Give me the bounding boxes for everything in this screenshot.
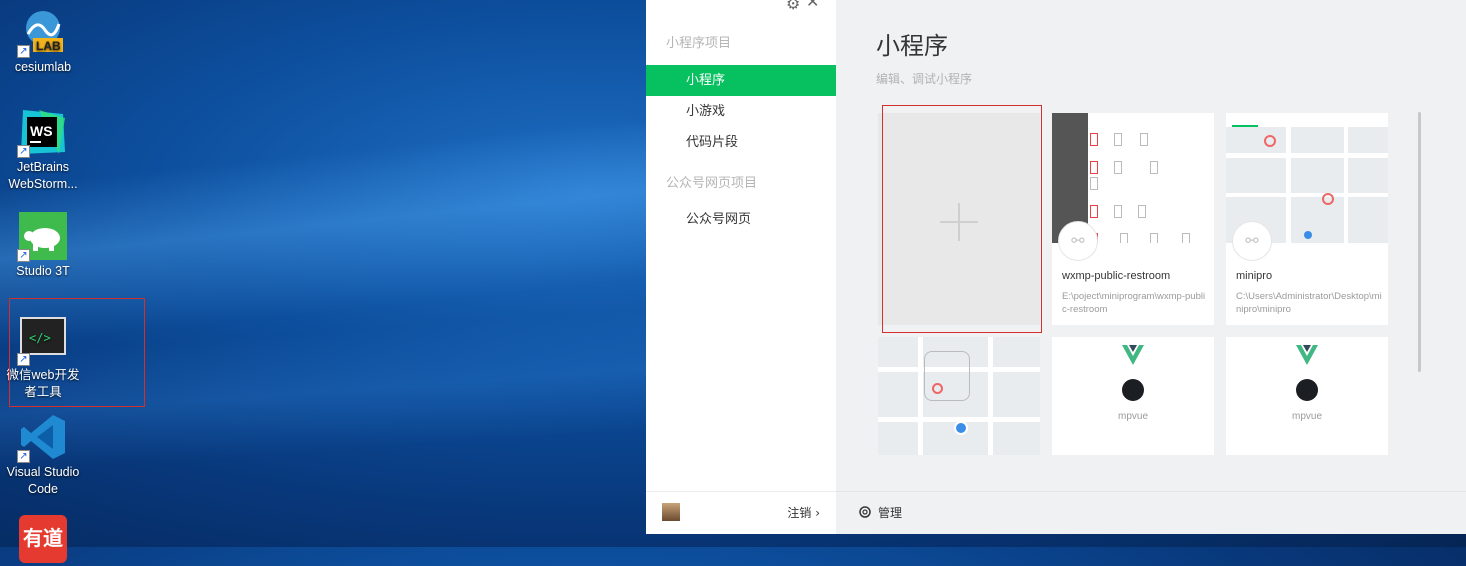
section-title-miniprogram: 小程序项目	[666, 36, 732, 51]
scrollbar[interactable]	[1418, 112, 1421, 372]
studio3t-icon: ↗	[17, 212, 67, 262]
svg-text:LAB: LAB	[36, 39, 61, 53]
project-card[interactable]: ⚯ wxmp-public-restroom E:\poject\minipro…	[1052, 113, 1214, 325]
github-icon	[1296, 379, 1318, 401]
manage-button[interactable]: 管理	[858, 504, 902, 521]
youdao-icon: 有道	[19, 515, 67, 563]
sidebar: ⚙ ✕ 小程序项目 小程序 小游戏 代码片段 公众号网页项目 公众号网页 注销 …	[646, 0, 836, 534]
nav-item-code-snippet[interactable]: 代码片段	[646, 127, 836, 158]
desktop-icon-vscode[interactable]: ↗ Visual Studio Code	[6, 413, 80, 498]
close-icon[interactable]: ✕	[806, 0, 819, 11]
project-card[interactable]: mpvue	[1226, 337, 1388, 455]
vue-icon	[1122, 345, 1144, 365]
project-name: wxmp-public-restroom	[1062, 270, 1171, 282]
project-path: E:\poject\miniprogram\wxmp-public-restro…	[1062, 291, 1206, 315]
desktop-icon-label: JetBrains WebStorm...	[8, 160, 78, 191]
shortcut-arrow-icon: ↗	[17, 45, 30, 58]
project-card[interactable]: mpvue	[1052, 337, 1214, 455]
footer-bar: 管理	[836, 491, 1466, 534]
desktop-icon-studio3t[interactable]: ↗ Studio 3T	[6, 212, 80, 280]
section-title-official-account: 公众号网页项目	[666, 176, 758, 191]
page-title: 小程序	[876, 32, 948, 60]
manage-label: 管理	[878, 506, 903, 520]
nav-item-official-web[interactable]: 公众号网页	[646, 204, 836, 235]
shortcut-arrow-icon: ↗	[17, 249, 30, 262]
desktop-icon-cesiumlab[interactable]: LAB ↗ cesiumlab	[6, 8, 80, 76]
desktop-icon-youdao[interactable]: 有道	[6, 515, 80, 566]
desktop-icon-label: Studio 3T	[16, 264, 70, 278]
shortcut-arrow-icon: ↗	[17, 145, 30, 158]
new-project-highlight	[882, 105, 1042, 333]
project-link-icon: ⚯	[1058, 221, 1098, 261]
user-avatar[interactable]	[662, 503, 680, 521]
nav-item-minigame[interactable]: 小游戏	[646, 96, 836, 127]
desktop-icon-label: Visual Studio Code	[6, 465, 80, 496]
vscode-icon: ↗	[17, 413, 67, 463]
desktop-icon-label: cesiumlab	[14, 60, 72, 74]
project-card[interactable]	[878, 337, 1040, 455]
shortcut-arrow-icon: ↗	[17, 450, 30, 463]
project-name: minipro	[1236, 270, 1273, 282]
template-name: mpvue	[1291, 411, 1322, 422]
desktop-icon-webstorm[interactable]: WS ↗ JetBrains WebStorm...	[6, 108, 80, 193]
selection-highlight	[9, 298, 145, 407]
page-subtitle: 编辑、调试小程序	[876, 72, 973, 86]
vue-icon	[1296, 345, 1318, 365]
svg-text:WS: WS	[30, 123, 53, 139]
webstorm-icon: WS ↗	[17, 108, 67, 158]
nav-item-miniprogram[interactable]: 小程序	[646, 65, 836, 96]
project-card[interactable]: ⚯ minipro C:\Users\Administrator\Desktop…	[1226, 113, 1388, 325]
devtools-window: ⚙ ✕ 小程序项目 小程序 小游戏 代码片段 公众号网页项目 公众号网页 注销 …	[646, 0, 1466, 534]
logout-button[interactable]: 注销 ›	[787, 504, 820, 521]
gear-icon	[858, 505, 872, 519]
window-controls: ⚙ ✕	[786, 0, 826, 13]
cesiumlab-icon: LAB ↗	[17, 8, 67, 58]
template-name: mpvue	[1117, 411, 1148, 422]
main-panel: 小程序 编辑、调试小程序 ⚯ wxmp-public-restroom E:\p…	[836, 0, 1466, 534]
settings-icon[interactable]: ⚙	[786, 0, 800, 13]
sidebar-footer: 注销 ›	[646, 491, 836, 534]
project-path: C:\Users\Administrator\Desktop\minipro\m…	[1236, 291, 1382, 315]
project-link-icon: ⚯	[1232, 221, 1272, 261]
github-icon	[1122, 379, 1144, 401]
